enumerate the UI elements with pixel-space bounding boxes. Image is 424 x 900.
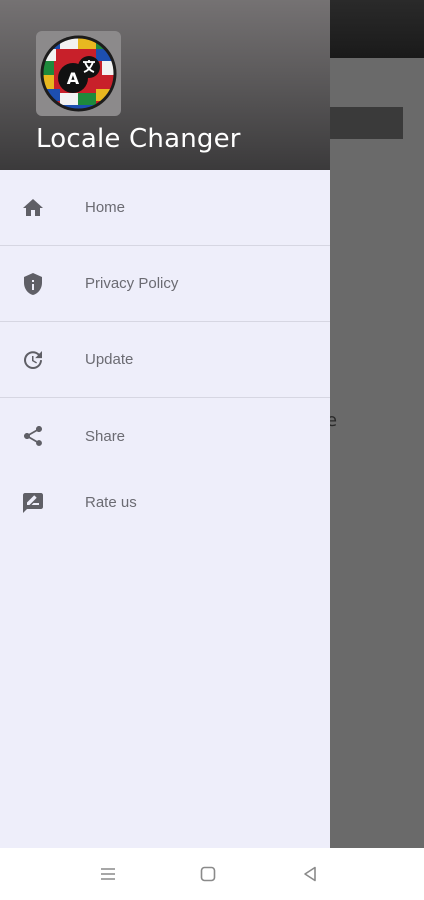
app-title: Locale Changer [36,124,241,154]
drawer-item-share[interactable]: Share [0,398,330,474]
drawer-item-label: Home [85,199,126,216]
rate-review-icon [20,490,46,516]
drawer-item-home[interactable]: Home [0,170,330,246]
drawer-menu: Home Privacy Policy Update Share Rate us [0,170,330,531]
drawer-item-privacy-policy[interactable]: Privacy Policy [0,246,330,322]
drawer-item-label: Update [85,351,134,368]
share-icon [20,423,46,449]
globe-flags-icon: A [40,35,117,112]
drawer-item-rate-us[interactable]: Rate us [0,474,330,531]
drawer-header: A Locale Changer [0,0,330,170]
drawer-item-update[interactable]: Update [0,322,330,398]
recents-icon[interactable] [96,862,120,886]
shield-icon [20,271,46,297]
drawer-item-label: Rate us [85,494,137,511]
home-icon [20,195,46,221]
navigation-drawer: A Locale Changer Home Privacy Policy Upd… [0,0,330,848]
screen: e A Locale Changer Home Privacy Policy U… [0,0,424,900]
svg-text:A: A [67,69,80,88]
drawer-item-label: Share [85,427,126,445]
home-square-icon[interactable] [196,862,220,886]
system-nav-bar [0,848,424,900]
app-logo: A [36,31,121,116]
update-icon [20,347,46,373]
drawer-item-label: Privacy Policy [85,275,179,292]
back-triangle-icon[interactable] [298,862,322,886]
